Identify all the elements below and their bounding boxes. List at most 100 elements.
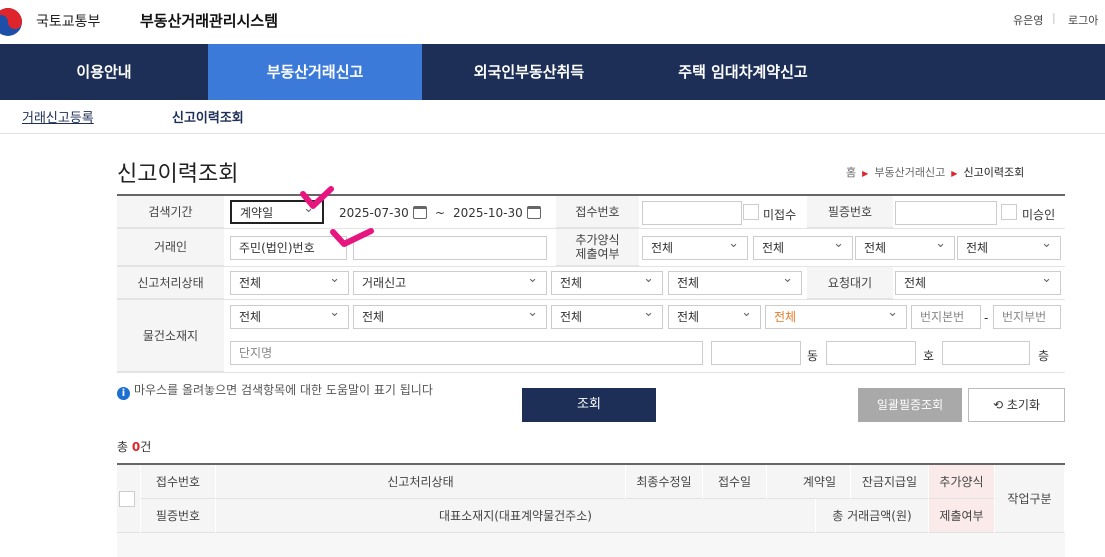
- info-icon: i: [117, 387, 130, 400]
- date-separator: ~: [435, 206, 446, 220]
- location-select-ri[interactable]: 전체: [668, 305, 761, 329]
- col-balance-date[interactable]: 잔금지급일: [851, 465, 929, 499]
- col-last-modified[interactable]: 최종수정일: [626, 465, 703, 499]
- col-work-type[interactable]: 작업구분: [995, 465, 1065, 533]
- complex-name-input[interactable]: 단지명: [230, 341, 703, 365]
- col-contract-date[interactable]: 계약일: [767, 465, 851, 499]
- ho-label: 호: [923, 349, 935, 363]
- label-request-wait: 요청대기: [807, 267, 893, 299]
- label-receipt-no: 접수번호: [556, 196, 639, 228]
- user-name[interactable]: 유은영: [1013, 12, 1043, 28]
- status-select-1[interactable]: 전체: [230, 271, 349, 295]
- bunji-main-input[interactable]: 번지본번: [911, 305, 981, 329]
- col-main-address[interactable]: 대표소재지(대표계약물건주소): [216, 499, 816, 533]
- label-search-period: 검색기간: [117, 196, 224, 228]
- nav-real-estate-report[interactable]: 부동산거래신고: [208, 44, 422, 100]
- header-divider: |: [1052, 11, 1056, 24]
- breadcrumb-home[interactable]: 홈: [846, 166, 856, 179]
- annotation-check-icon: [300, 186, 334, 209]
- col-receipt-date[interactable]: 접수일: [703, 465, 767, 499]
- label-location: 물건소재지: [117, 300, 224, 372]
- bunji-sub-input[interactable]: 번지부번: [993, 305, 1061, 329]
- location-select-dong[interactable]: 전체: [551, 305, 663, 329]
- main-nav: 이용안내 부동산거래신고 외국인부동산취득 주택 임대차계약신고: [0, 44, 1105, 100]
- label-additional-form-line1: 추가양식: [575, 233, 620, 247]
- floor-input[interactable]: [942, 341, 1030, 365]
- receipt-no-input[interactable]: [642, 201, 742, 225]
- ministry-name: 국토교통부: [36, 14, 101, 30]
- bulk-cert-button[interactable]: 일괄필증조회: [858, 388, 962, 422]
- form-row-divider: [117, 266, 1065, 267]
- page-title: 신고이력조회: [117, 162, 239, 187]
- empty-table-row: [117, 533, 1065, 557]
- unreceived-label: 미접수: [763, 208, 797, 222]
- ho-input[interactable]: [826, 341, 916, 365]
- location-select-type[interactable]: 전체: [765, 305, 907, 329]
- taegeuk-logo-icon: [0, 8, 22, 36]
- label-additional-form-line2: 제출여부: [575, 247, 620, 261]
- location-select-sigungu[interactable]: 전체: [353, 305, 547, 329]
- label-party: 거래인: [117, 229, 224, 266]
- nav-housing-lease-report[interactable]: 주택 임대차계약신고: [636, 44, 850, 100]
- label-cert-no: 필증번호: [807, 196, 893, 228]
- annotation-check-icon: [330, 228, 374, 247]
- additional-form-select-2[interactable]: 전체: [753, 236, 853, 260]
- calendar-icon[interactable]: [413, 206, 427, 219]
- col-cert-no[interactable]: 필증번호: [141, 499, 216, 533]
- status-select-3[interactable]: 전체: [551, 271, 663, 295]
- calendar-icon[interactable]: [527, 206, 541, 219]
- breadcrumb-arrow-icon: ▶: [948, 169, 960, 178]
- help-info: i 마우스를 올려놓으면 검색항목에 대한 도움말이 표기 됩니다: [117, 381, 433, 400]
- col-receipt-no[interactable]: 접수번호: [141, 465, 216, 499]
- location-select-sido[interactable]: 전체: [230, 305, 349, 329]
- status-select-4[interactable]: 전체: [668, 271, 802, 295]
- reset-button[interactable]: ⟲ 초기화: [968, 388, 1065, 422]
- dong-input[interactable]: [711, 341, 801, 365]
- nav-foreigner-acquisition[interactable]: 외국인부동산취득: [422, 44, 636, 100]
- status-select-2[interactable]: 거래신고: [353, 271, 547, 295]
- total-count-value: 0: [131, 440, 141, 454]
- system-title: 부동산거래관리시스템: [140, 12, 279, 30]
- top-header: 국토교통부 부동산거래관리시스템 유은영 | 로그아: [0, 0, 1105, 44]
- additional-form-select-4[interactable]: 전체: [957, 236, 1061, 260]
- logout-link[interactable]: 로그아: [1068, 12, 1098, 28]
- floor-label: 층: [1038, 349, 1050, 363]
- select-all-checkbox[interactable]: [119, 491, 135, 507]
- col-report-status[interactable]: 신고처리상태: [216, 465, 626, 499]
- total-prefix: 총: [117, 440, 132, 454]
- date-from-input[interactable]: 2025-07-30: [339, 206, 409, 220]
- form-row-divider: [117, 372, 1065, 373]
- search-form: 검색기간 계약일 2025-07-30 ~ 2025-10-30 접수번호 미접…: [117, 194, 1065, 373]
- sub-nav: 거래신고등록 신고이력조회: [0, 100, 1105, 134]
- unreceived-checkbox[interactable]: [743, 204, 759, 220]
- help-info-text: 마우스를 올려놓으면 검색항목에 대한 도움말이 표기 됩니다: [134, 383, 433, 397]
- date-to-input[interactable]: 2025-10-30: [453, 206, 523, 220]
- additional-form-select-1[interactable]: 전체: [642, 236, 748, 260]
- result-table: 접수번호 신고처리상태 최종수정일 접수일 계약일 잔금지급일 추가양식 작업구…: [117, 463, 1065, 557]
- col-submission-status[interactable]: 제출여부: [929, 499, 995, 533]
- unapproved-label: 미승인: [1022, 208, 1056, 222]
- unapproved-checkbox[interactable]: [1001, 204, 1017, 220]
- breadcrumb-arrow-icon: ▶: [859, 169, 871, 178]
- label-report-status: 신고처리상태: [117, 267, 224, 299]
- search-button[interactable]: 조회: [522, 388, 656, 422]
- breadcrumb-current: 신고이력조회: [963, 166, 1025, 179]
- breadcrumb-section[interactable]: 부동산거래신고: [874, 166, 945, 179]
- label-additional-form: 추가양식 제출여부: [556, 229, 639, 266]
- party-id-input[interactable]: [353, 236, 547, 260]
- bunji-separator: -: [984, 311, 989, 325]
- form-row-divider: [117, 299, 1065, 300]
- total-suffix: 건: [140, 440, 152, 454]
- nav-usage-guide[interactable]: 이용안내: [0, 44, 208, 100]
- col-total-amount[interactable]: 총 거래금액(원): [816, 499, 929, 533]
- additional-form-select-3[interactable]: 전체: [855, 236, 955, 260]
- select-all-cell: [117, 465, 141, 533]
- dong-label: 동: [807, 349, 819, 363]
- reset-icon: ⟲: [992, 398, 1004, 412]
- subnav-report-register[interactable]: 거래신고등록: [22, 107, 94, 126]
- cert-no-input[interactable]: [895, 201, 997, 225]
- request-wait-select[interactable]: 전체: [895, 271, 1061, 295]
- subnav-report-history[interactable]: 신고이력조회: [172, 107, 244, 126]
- reset-button-label: 초기화: [1006, 398, 1040, 412]
- col-additional-form[interactable]: 추가양식: [929, 465, 995, 499]
